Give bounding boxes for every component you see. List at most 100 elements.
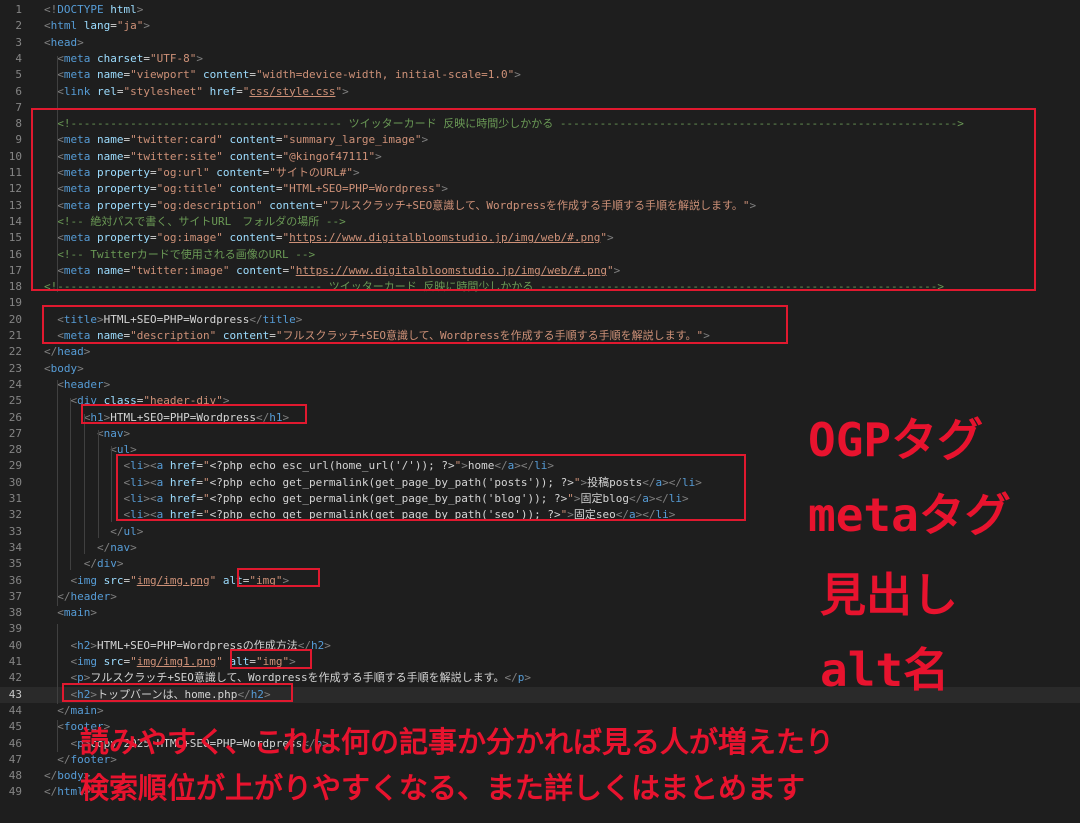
- code-token: main: [70, 703, 98, 717]
- code-token: </: [504, 671, 518, 685]
- code-token: charset: [97, 51, 144, 65]
- code-token: DOCTYPE: [57, 3, 104, 16]
- code-token: </: [96, 540, 111, 554]
- code-text[interactable]: </header>: [44, 589, 117, 605]
- line-number: 24: [8, 377, 22, 391]
- indent-guide: [70, 398, 71, 570]
- code-token: header: [63, 377, 104, 391]
- code-token: img/img.png: [136, 573, 210, 587]
- code-token: >: [116, 557, 124, 571]
- code-text[interactable]: <html lang="ja">: [44, 18, 150, 34]
- code-text[interactable]: <body>: [44, 361, 84, 377]
- meta-tag-annotation: metaタグ: [808, 488, 1011, 542]
- code-token: </: [44, 769, 58, 783]
- code-token: =: [116, 84, 124, 98]
- line-number: 49: [8, 785, 22, 799]
- line-number: 6: [15, 84, 22, 98]
- code-token: >: [136, 524, 144, 538]
- code-text[interactable]: </main>: [44, 703, 104, 719]
- code-text[interactable]: </div>: [44, 556, 124, 572]
- code-line[interactable]: 23 <body>: [0, 361, 1080, 377]
- code-text[interactable]: <header>: [44, 377, 110, 393]
- line-number: 38: [8, 606, 22, 620]
- code-text[interactable]: </ul>: [44, 524, 143, 540]
- code-token: >: [136, 3, 144, 16]
- indent-guide: [84, 414, 85, 554]
- code-line[interactable]: 6 <link rel="stylesheet" href="css/style…: [0, 84, 1080, 100]
- code-token: "stylesheet": [123, 84, 203, 98]
- code-token: rel: [97, 84, 117, 98]
- line-number: 17: [8, 263, 22, 277]
- code-token: body: [50, 361, 78, 375]
- code-token: ul: [123, 524, 137, 538]
- code-token: <: [57, 720, 64, 734]
- code-token: img: [77, 655, 97, 668]
- code-token: css/style.css: [249, 84, 336, 98]
- code-token: "ja": [116, 19, 144, 33]
- code-token: >: [90, 606, 97, 620]
- code-line[interactable]: 4 <meta charset="UTF-8">: [0, 51, 1080, 67]
- code-text[interactable]: <link rel="stylesheet" href="css/style.c…: [44, 84, 348, 100]
- code-token: >: [103, 377, 111, 391]
- line-number: 7: [15, 100, 22, 114]
- code-token: =: [110, 19, 117, 33]
- code-text[interactable]: <!DOCTYPE html>: [44, 2, 143, 18]
- code-token: h2: [310, 638, 325, 652]
- code-token: "UTF-8": [149, 51, 197, 65]
- code-line[interactable]: 44 </main>: [0, 703, 1080, 719]
- line-number: 15: [8, 231, 22, 245]
- line-number: 3: [15, 35, 22, 49]
- code-token: src: [103, 655, 124, 668]
- code-text[interactable]: <head>: [44, 35, 84, 51]
- code-line[interactable]: 22 </head>: [0, 344, 1080, 360]
- line-number: 20: [8, 312, 22, 326]
- line-number: 4: [15, 51, 22, 65]
- code-token: </: [57, 752, 71, 766]
- code-token: div: [97, 557, 117, 571]
- code-token: <: [57, 377, 64, 391]
- code-token: </: [57, 703, 71, 717]
- code-token: nav: [110, 540, 131, 554]
- code-line[interactable]: 5 <meta name="viewport" content="width=d…: [0, 67, 1080, 83]
- code-line[interactable]: 24 <header>: [0, 377, 1080, 393]
- line-number: 12: [8, 182, 22, 196]
- code-line[interactable]: 1 <!DOCTYPE html>: [0, 2, 1080, 18]
- h1-highlight-box: [81, 404, 307, 424]
- code-token: lang: [83, 19, 111, 33]
- code-token: <: [44, 19, 51, 33]
- line-number: 48: [8, 769, 22, 783]
- code-token: >: [123, 426, 131, 440]
- code-line[interactable]: 3 <head>: [0, 35, 1080, 51]
- code-token: <!: [44, 3, 58, 16]
- line-number: 45: [8, 720, 22, 734]
- code-token: html: [50, 19, 78, 33]
- code-line[interactable]: 2 <html lang="ja">: [0, 18, 1080, 34]
- code-token: >: [324, 638, 331, 652]
- line-number: 13: [8, 198, 22, 212]
- code-text[interactable]: </head>: [44, 344, 90, 360]
- line-number: 31: [8, 492, 22, 505]
- code-token: >: [90, 638, 97, 652]
- alt-highlight-box-header: [237, 568, 320, 587]
- code-token: </: [44, 785, 58, 799]
- code-token: >: [514, 68, 521, 82]
- code-text[interactable]: <meta name="viewport" content="width=dev…: [44, 67, 521, 83]
- code-token: >: [97, 703, 104, 717]
- code-text[interactable]: <main>: [44, 605, 97, 621]
- code-token: </: [110, 524, 124, 538]
- code-token: </: [83, 557, 97, 571]
- code-token: h2: [77, 638, 91, 652]
- line-number: 18: [8, 280, 22, 294]
- code-token: meta: [63, 51, 91, 65]
- code-token: main: [63, 606, 91, 620]
- heading-annotation: 見出し: [820, 568, 958, 622]
- line-number: 34: [8, 540, 22, 554]
- code-text[interactable]: <meta charset="UTF-8">: [44, 51, 203, 67]
